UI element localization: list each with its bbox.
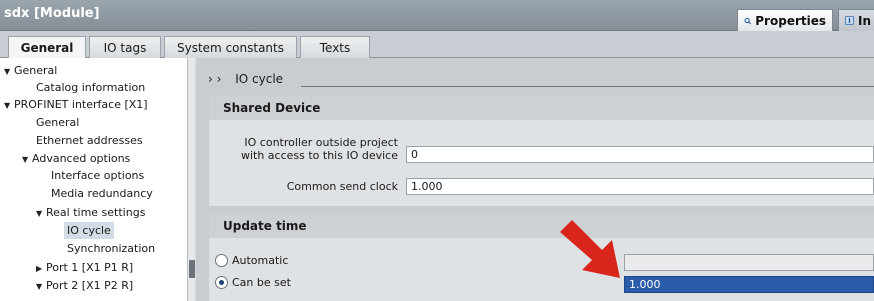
properties-tab[interactable]: Properties: [737, 9, 833, 31]
update-time-value-field[interactable]: 1.000: [624, 276, 874, 293]
nav-item-synchronization[interactable]: Synchronization: [67, 240, 155, 257]
nav-label: General: [14, 64, 58, 77]
automatic-radio[interactable]: [215, 254, 228, 267]
nav-item-advanced-options[interactable]: ▼ Advanced options: [22, 150, 130, 167]
tab-system-constants[interactable]: System constants: [164, 36, 297, 58]
nav-label: Advanced options: [32, 152, 131, 165]
red-arrow-icon: [560, 220, 620, 278]
breadcrumb-divider: [301, 86, 874, 87]
nav-label: Port 1 [X1 P1 R]: [46, 261, 134, 274]
info-icon: [845, 16, 854, 25]
info-label: In: [857, 13, 871, 28]
can-be-set-label: Can be set: [232, 276, 291, 289]
send-clock-field[interactable]: 1.000: [406, 178, 874, 195]
automatic-label: Automatic: [232, 254, 289, 267]
expanded-arrow-icon: ▼: [22, 155, 29, 164]
nav-item-interface-general[interactable]: General: [36, 114, 79, 131]
expanded-arrow-icon: ▼: [4, 67, 11, 76]
collapsed-arrow-icon: ▶: [36, 264, 43, 273]
tab-io-tags[interactable]: IO tags: [89, 36, 161, 58]
update-time-title: Update time: [209, 214, 874, 238]
breadcrumb-label: IO cycle: [235, 72, 284, 86]
nav-item-port-1[interactable]: ▶ Port 1 [X1 P1 R]: [36, 259, 133, 276]
tab-general[interactable]: General: [8, 36, 86, 59]
nav-item-media-redundancy[interactable]: Media redundancy: [51, 185, 153, 202]
properties-icon: [744, 17, 752, 24]
nav-item-real-time-settings[interactable]: ▼ Real time settings: [36, 204, 145, 221]
io-controller-label-line-2: with access to this IO device: [240, 149, 398, 162]
can-be-set-radio[interactable]: [215, 276, 228, 289]
io-controller-label: IO controller outside project with acces…: [215, 136, 398, 162]
breadcrumb-arrows: › ›: [208, 72, 222, 86]
nav-label: PROFINET interface [X1]: [14, 98, 148, 111]
tab-texts[interactable]: Texts: [300, 36, 370, 58]
nav-label: Port 2 [X1 P2 R]: [46, 279, 134, 292]
nav-item-interface-options[interactable]: Interface options: [51, 167, 144, 184]
nav-item-general[interactable]: ▼ General: [4, 62, 57, 79]
window-title: sdx [Module]: [4, 6, 100, 21]
properties-label: Properties: [755, 13, 826, 28]
scrollbar-thumb[interactable]: [189, 260, 195, 278]
title-bar: sdx [Module] Properties In: [0, 0, 874, 31]
shared-device-title: Shared Device: [209, 96, 874, 120]
automatic-time-field[interactable]: [624, 254, 874, 271]
nav-item-port-2[interactable]: ▼ Port 2 [X1 P2 R]: [36, 277, 133, 294]
nav-item-profinet-interface[interactable]: ▼ PROFINET interface [X1]: [4, 96, 148, 113]
expanded-arrow-icon: ▼: [36, 282, 43, 291]
nav-item-ethernet-addresses[interactable]: Ethernet addresses: [36, 132, 143, 149]
breadcrumb: › › IO cycle: [208, 72, 283, 86]
io-controller-label-line-1: IO controller outside project: [244, 136, 398, 149]
tab-bar: General IO tags System constants Texts: [0, 31, 874, 59]
expanded-arrow-icon: ▼: [36, 209, 43, 218]
expanded-arrow-icon: ▼: [4, 101, 11, 110]
io-controller-count-field[interactable]: 0: [406, 146, 874, 163]
nav-item-io-cycle[interactable]: IO cycle: [64, 222, 114, 239]
nav-item-catalog-information[interactable]: Catalog information: [36, 79, 145, 96]
info-tab[interactable]: In: [838, 9, 874, 31]
send-clock-label: Common send clock: [286, 180, 398, 193]
nav-label: Real time settings: [46, 206, 146, 219]
nav-scrollbar[interactable]: [187, 58, 195, 301]
